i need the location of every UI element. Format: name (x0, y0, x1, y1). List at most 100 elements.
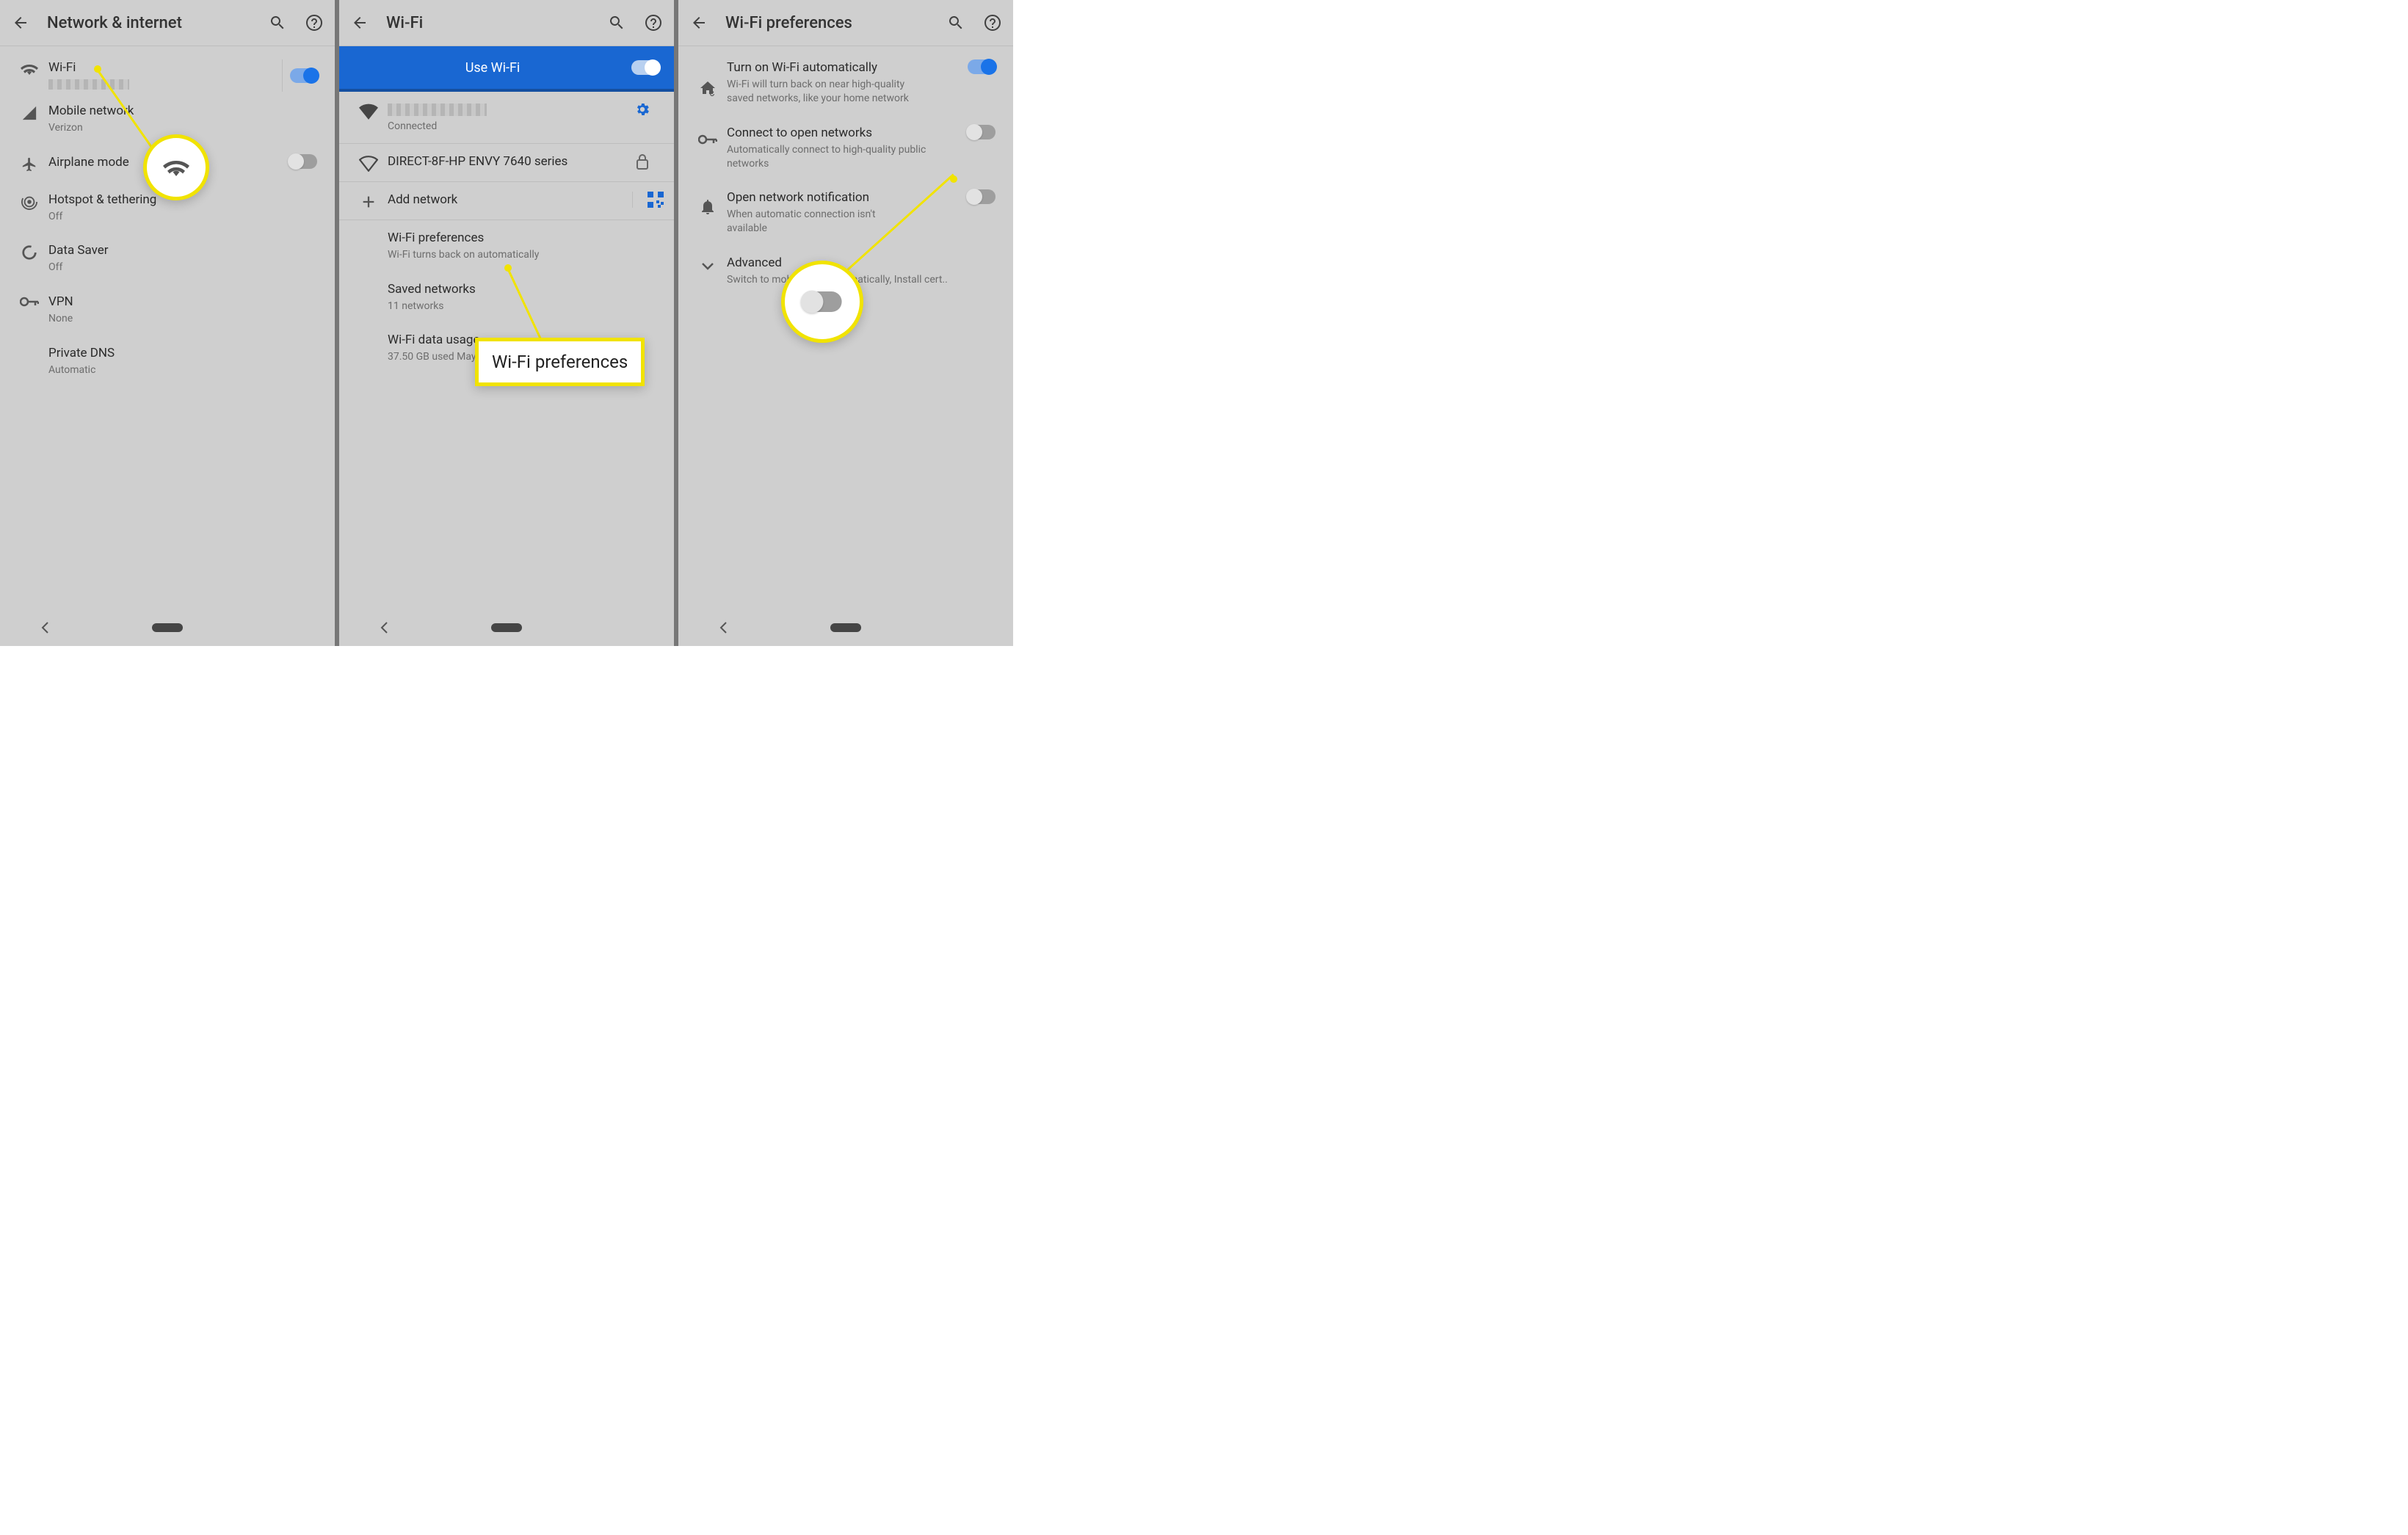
nav-back-button[interactable] (380, 620, 402, 635)
use-wifi-label: Use Wi-Fi (354, 60, 631, 76)
auto-on-toggle[interactable] (968, 59, 996, 74)
chevron-left-icon (719, 620, 729, 635)
adv-label: Advanced (727, 255, 1003, 272)
chevron-left-icon (380, 620, 390, 635)
system-navbar (678, 609, 1013, 646)
arrow-left-icon (12, 14, 29, 32)
nav-home-pill[interactable] (152, 623, 183, 632)
help-icon (984, 14, 1001, 32)
prefs-sub: Wi-Fi turns back on automatically (388, 248, 664, 262)
wifi-toggle[interactable] (290, 68, 318, 83)
wifi-label: Wi-Fi (48, 59, 282, 76)
mobile-sub: Verizon (48, 121, 324, 135)
qr-icon[interactable] (648, 192, 664, 208)
highlight-circle-wifi-icon (143, 134, 209, 200)
help-button[interactable] (982, 12, 1003, 33)
page-title: Network & internet (47, 14, 251, 32)
open-networks-row[interactable]: Connect to open networksAutomatically co… (678, 115, 1013, 181)
auto-on-label: Turn on Wi-Fi automatically (727, 59, 960, 76)
search-icon (947, 14, 965, 32)
nav-home-pill[interactable] (830, 623, 861, 632)
wifi-icon (21, 62, 38, 76)
saved-label: Saved networks (388, 281, 664, 298)
auto-wifi-row[interactable]: Turn on Wi-Fi automaticallyWi-Fi will tu… (678, 46, 1013, 115)
redacted-ssid (388, 104, 487, 116)
back-button[interactable] (10, 12, 31, 33)
airplane-toggle[interactable] (289, 154, 317, 169)
wifi-outline-icon (359, 156, 378, 172)
open-sub: Automatically connect to high-quality pu… (727, 143, 932, 171)
appbar: Wi-Fi (339, 0, 674, 46)
network-label: DIRECT-8F-HP ENVY 7640 series (388, 153, 621, 170)
hotspot-icon (21, 194, 37, 210)
appbar: Network & internet (0, 0, 335, 46)
dns-row[interactable]: Private DNSAutomatic (0, 335, 335, 387)
wifi-icon (162, 156, 190, 178)
notify-sub: When automatic connection isn't availabl… (727, 208, 910, 236)
gear-icon[interactable] (634, 101, 650, 117)
saved-networks-row[interactable]: Saved networks11 networks (339, 272, 674, 323)
vpn-sub: None (48, 312, 324, 326)
help-icon (645, 14, 662, 32)
hotspot-sub: Off (48, 210, 324, 224)
help-button[interactable] (643, 12, 664, 33)
panel-network-internet: Network & internet Wi-Fi Mobile networkV… (0, 0, 335, 646)
arrow-left-icon (351, 14, 369, 32)
airplane-icon (21, 156, 37, 173)
dns-label: Private DNS (48, 345, 324, 362)
use-wifi-bar[interactable]: Use Wi-Fi (339, 46, 674, 92)
search-button[interactable] (267, 12, 288, 33)
search-icon (608, 14, 625, 32)
panel-wifi-preferences: Wi-Fi preferences Turn on Wi-Fi automati… (678, 0, 1013, 646)
vpn-row[interactable]: VPNNone (0, 284, 335, 335)
nav-home-pill[interactable] (491, 623, 522, 632)
notify-row[interactable]: Open network notificationWhen automatic … (678, 180, 1013, 245)
highlight-callout-wifi-preferences: Wi-Fi preferences (475, 338, 645, 386)
mobile-label: Mobile network (48, 103, 324, 120)
wifi-row[interactable]: Wi-Fi (0, 46, 335, 93)
notify-toggle[interactable] (968, 189, 996, 204)
use-wifi-toggle[interactable] (631, 60, 659, 75)
system-navbar (0, 609, 335, 646)
search-button[interactable] (946, 12, 966, 33)
page-title: Wi-Fi preferences (725, 14, 929, 32)
vpn-key-icon (20, 296, 39, 308)
arrow-left-icon (690, 14, 708, 32)
back-button[interactable] (689, 12, 709, 33)
open-label: Connect to open networks (727, 125, 960, 142)
home-refresh-icon (699, 80, 717, 96)
chevron-left-icon (40, 620, 51, 635)
help-button[interactable] (304, 12, 324, 33)
datasaver-row[interactable]: Data Saver Off (0, 233, 335, 284)
connected-sub: Connected (388, 120, 621, 134)
toggle-off-icon (802, 291, 841, 312)
search-button[interactable] (606, 12, 627, 33)
system-navbar (339, 609, 674, 646)
add-network-row[interactable]: Add network (339, 182, 674, 220)
datasaver-icon (21, 244, 37, 261)
open-networks-toggle[interactable] (968, 125, 996, 139)
highlight-circle-toggle (781, 261, 863, 343)
help-icon (305, 14, 323, 32)
nav-back-button[interactable] (719, 620, 741, 635)
cellular-icon (21, 105, 37, 121)
search-icon (269, 14, 286, 32)
vpn-key-icon (698, 134, 717, 145)
lock-icon (636, 153, 649, 170)
appbar: Wi-Fi preferences (678, 0, 1013, 46)
bell-icon (700, 198, 715, 214)
datasaver-label: Data Saver (48, 242, 324, 259)
add-network-label: Add network (388, 192, 620, 208)
plus-icon (360, 194, 377, 210)
redacted-ssid (48, 79, 129, 90)
dns-sub: Automatic (48, 363, 324, 377)
network-row[interactable]: DIRECT-8F-HP ENVY 7640 series (339, 144, 674, 182)
prefs-label: Wi-Fi preferences (388, 230, 664, 247)
page-title: Wi-Fi (386, 14, 590, 32)
connected-network-row[interactable]: Connected (339, 92, 674, 144)
chevron-down-icon (700, 261, 715, 271)
back-button[interactable] (349, 12, 370, 33)
panel-wifi: Wi-Fi Use Wi-Fi Connected DIRECT-8F-HP E… (339, 0, 674, 646)
nav-back-button[interactable] (40, 620, 62, 635)
datasaver-sub: Off (48, 261, 324, 275)
